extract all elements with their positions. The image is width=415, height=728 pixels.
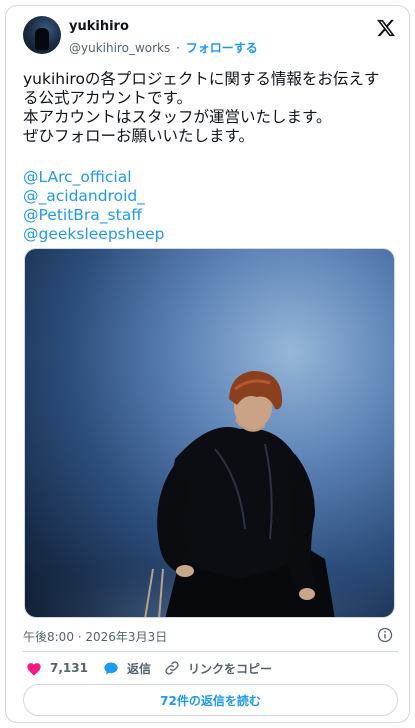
tweet-header: yukihiro @yukihiro_works · フォローする: [23, 16, 398, 60]
read-replies-button[interactable]: 72件の返信を読む: [23, 684, 398, 716]
tweet-text-line: yukihiroの各プロジェクトに関する情報をお伝えす: [23, 70, 380, 88]
info-icon[interactable]: [377, 627, 393, 643]
follow-button[interactable]: フォローする: [186, 41, 258, 55]
tweet-photo[interactable]: [24, 248, 395, 618]
reply-label: 返信: [127, 661, 152, 676]
author-handle-row: @yukihiro_works · フォローする: [69, 39, 258, 56]
portrait-figure: [25, 371, 394, 617]
mention-link[interactable]: @geeksleepsheep: [23, 225, 398, 244]
reply-button[interactable]: 返信: [103, 657, 151, 679]
mention-list: @LArc_official @_acidandroid_ @PetitBra_…: [23, 168, 398, 244]
tweet-timestamp[interactable]: 午後8:00 · 2026年3月3日: [23, 628, 167, 645]
like-count: 7,131: [50, 661, 88, 675]
copy-link-label: リンクをコピー: [188, 661, 273, 676]
like-button[interactable]: 7,131: [26, 657, 88, 679]
tweet-text-line: ぜひフォローお願いいたします。: [23, 127, 254, 145]
tweet-actions: 7,131 返信 リンクをコピー: [23, 657, 398, 679]
tweet-text-line: る公式アカウントです。: [23, 89, 192, 107]
divider: [23, 651, 398, 652]
author-handle[interactable]: @yukihiro_works: [69, 41, 170, 55]
separator-dot: ·: [176, 41, 180, 55]
mention-link[interactable]: @LArc_official: [23, 168, 398, 187]
mention-link[interactable]: @PetitBra_staff: [23, 206, 398, 225]
mention-link[interactable]: @_acidandroid_: [23, 187, 398, 206]
x-logo-icon[interactable]: [376, 18, 396, 38]
copy-link-button[interactable]: リンクをコピー: [164, 657, 272, 679]
embedded-tweet-card: yukihiro @yukihiro_works · フォローする yukihi…: [5, 5, 410, 723]
author-name[interactable]: yukihiro: [69, 19, 129, 34]
tweet-text: yukihiroの各プロジェクトに関する情報をお伝えす る公式アカウントです。 …: [23, 70, 398, 146]
reply-bubble-icon: [104, 662, 118, 674]
avatar[interactable]: [23, 16, 61, 54]
heart-icon: [27, 662, 41, 676]
link-icon: [165, 661, 179, 675]
tweet-text-line: 本アカウントはスタッフが運営いたします。: [23, 108, 332, 126]
